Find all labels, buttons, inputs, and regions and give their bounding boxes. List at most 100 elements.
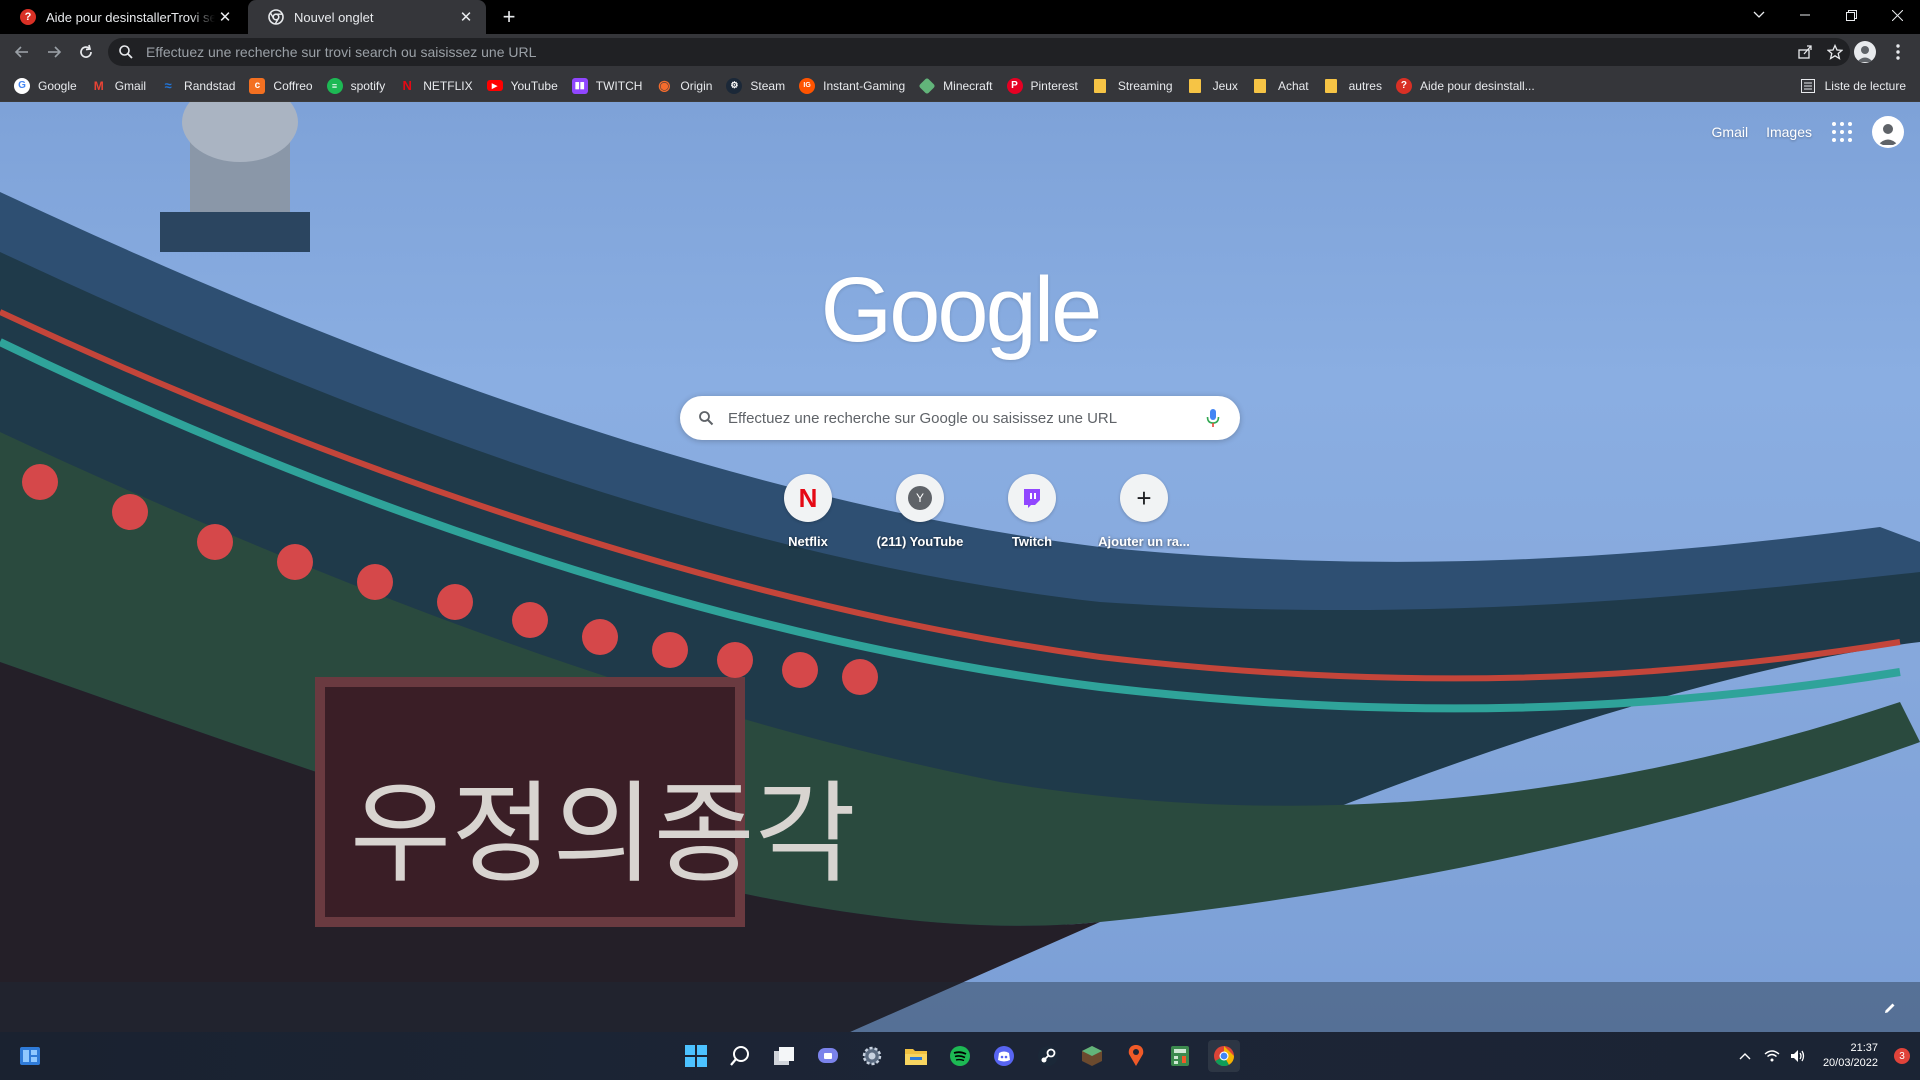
bookmark-label: spotify bbox=[350, 78, 386, 93]
bookmark-minecraft[interactable]: Minecraft bbox=[918, 73, 1002, 99]
steam-icon[interactable] bbox=[1032, 1040, 1064, 1072]
bookmark-label: TWITCH bbox=[595, 78, 643, 93]
google-icon: G bbox=[14, 77, 30, 94]
close-icon[interactable]: ✕ bbox=[215, 7, 235, 27]
bookmark-label: Aide pour desinstall... bbox=[1419, 78, 1535, 93]
bookmark-gmail[interactable]: M Gmail bbox=[91, 73, 156, 99]
microphone-icon[interactable] bbox=[1206, 408, 1220, 428]
bookmark-twitch[interactable]: ▮▮ TWITCH bbox=[571, 73, 653, 99]
bookmark-spotify[interactable]: ≡ spotify bbox=[326, 73, 396, 99]
bookmark-label: Pinterest bbox=[1030, 78, 1078, 93]
task-view-icon[interactable] bbox=[768, 1040, 800, 1072]
shortcuts-grid: N Netflix Y (211) YouTube Twitch + Ajout… bbox=[752, 474, 1200, 549]
tab-help-trovi[interactable]: ? Aide pour desinstallerTrovi search ✕ bbox=[0, 0, 245, 34]
bookmark-help-uninstall[interactable]: ? Aide pour desinstall... bbox=[1395, 73, 1545, 99]
chevron-up-icon[interactable] bbox=[1731, 1052, 1759, 1060]
wifi-icon[interactable] bbox=[1759, 1050, 1785, 1062]
restore-icon[interactable] bbox=[1828, 0, 1874, 30]
minimize-icon[interactable] bbox=[1782, 0, 1828, 30]
profile-avatar[interactable] bbox=[1854, 41, 1876, 63]
minecraft-icon[interactable] bbox=[1076, 1040, 1108, 1072]
clock-date: 20/03/2022 bbox=[1822, 1057, 1878, 1069]
search-icon bbox=[699, 411, 714, 426]
ntp-top-links: Gmail Images bbox=[1712, 116, 1904, 148]
bookmark-label: Steam bbox=[750, 78, 786, 93]
tab-search-icon[interactable] bbox=[1736, 0, 1782, 30]
reading-list-label: Liste de lecture bbox=[1824, 79, 1906, 93]
google-logo: Google bbox=[821, 259, 1103, 361]
account-avatar[interactable] bbox=[1872, 116, 1904, 148]
bookmark-folder-autres[interactable]: autres bbox=[1323, 73, 1392, 99]
volume-icon[interactable] bbox=[1785, 1049, 1811, 1063]
google-logo-text: Google bbox=[820, 258, 1103, 361]
forward-icon[interactable] bbox=[40, 38, 68, 66]
youtube-letter-icon: Y bbox=[896, 474, 944, 522]
google-apps-icon[interactable] bbox=[1830, 120, 1854, 144]
tab-new-tab[interactable]: Nouvel onglet ✕ bbox=[248, 0, 486, 34]
notification-badge[interactable]: 3 bbox=[1894, 1048, 1910, 1064]
chrome-icon[interactable] bbox=[1208, 1040, 1240, 1072]
bookmark-folder-achat[interactable]: Achat bbox=[1252, 73, 1319, 99]
chrome-icon bbox=[268, 9, 284, 25]
folder-icon bbox=[1188, 78, 1201, 93]
bookmark-label: Origin bbox=[680, 78, 713, 93]
shortcut-netflix[interactable]: N Netflix bbox=[752, 474, 864, 549]
bookmark-youtube[interactable]: ▶ YouTube bbox=[486, 73, 568, 99]
twitch-icon: ▮▮ bbox=[571, 77, 588, 94]
reload-icon[interactable] bbox=[72, 38, 100, 66]
bookmark-instant-gaming[interactable]: IG Instant-Gaming bbox=[799, 73, 915, 99]
bookmark-label: Randstad bbox=[184, 78, 236, 93]
add-shortcut-button[interactable]: + Ajouter un ra... bbox=[1088, 474, 1200, 549]
new-tab-button[interactable]: + bbox=[496, 4, 522, 29]
ntp-search-box[interactable]: Effectuez une recherche sur Google ou sa… bbox=[680, 396, 1240, 440]
netflix-icon: N bbox=[402, 78, 412, 93]
folder-icon bbox=[1324, 78, 1337, 93]
gmail-link[interactable]: Gmail bbox=[1712, 124, 1749, 140]
bookmark-steam[interactable]: ⚙ Steam bbox=[726, 73, 795, 99]
back-icon[interactable] bbox=[8, 38, 36, 66]
discord-icon[interactable] bbox=[988, 1040, 1020, 1072]
close-icon[interactable]: ✕ bbox=[456, 7, 476, 27]
shortcut-label: (211) YouTube bbox=[876, 534, 964, 549]
bookmark-folder-jeux[interactable]: Jeux bbox=[1187, 73, 1248, 99]
shortcut-youtube[interactable]: Y (211) YouTube bbox=[864, 474, 976, 549]
address-bar[interactable]: Effectuez une recherche sur trovi search… bbox=[108, 38, 1850, 66]
bookmark-netflix[interactable]: N NETFLIX bbox=[399, 73, 482, 99]
bookmark-pinterest[interactable]: P Pinterest bbox=[1006, 73, 1088, 99]
calculator-icon[interactable] bbox=[1164, 1040, 1196, 1072]
reading-list-button[interactable]: Liste de lecture bbox=[1800, 73, 1906, 99]
maps-icon[interactable] bbox=[1120, 1040, 1152, 1072]
pinterest-icon: P bbox=[1006, 77, 1023, 94]
settings-icon[interactable] bbox=[856, 1040, 888, 1072]
start-icon[interactable] bbox=[680, 1040, 712, 1072]
spotify-icon[interactable] bbox=[944, 1040, 976, 1072]
teams-chat-icon[interactable] bbox=[812, 1040, 844, 1072]
share-icon[interactable] bbox=[1790, 38, 1820, 66]
bookmark-star-icon[interactable] bbox=[1820, 38, 1850, 66]
bookmark-origin[interactable]: ◉ Origin bbox=[656, 73, 722, 99]
bookmark-randstad[interactable]: ≈ Randstad bbox=[160, 73, 245, 99]
bookmark-label: NETFLIX bbox=[423, 78, 473, 93]
bookmark-folder-streaming[interactable]: Streaming bbox=[1092, 73, 1183, 99]
help-icon: ? bbox=[20, 9, 36, 25]
bookmark-google[interactable]: G Google bbox=[14, 73, 87, 99]
search-icon[interactable] bbox=[724, 1040, 756, 1072]
images-link[interactable]: Images bbox=[1766, 124, 1812, 140]
toolbar: Effectuez une recherche sur trovi search… bbox=[0, 34, 1920, 70]
shortcut-twitch[interactable]: Twitch bbox=[976, 474, 1088, 549]
bookmark-coffreo[interactable]: c Coffreo bbox=[249, 73, 322, 99]
file-explorer-icon[interactable] bbox=[900, 1040, 932, 1072]
kebab-menu-icon[interactable] bbox=[1886, 38, 1910, 66]
system-tray: 21:37 20/03/2022 3 bbox=[1731, 1032, 1920, 1080]
netflix-icon: N bbox=[784, 474, 832, 522]
widgets-icon[interactable] bbox=[14, 1040, 46, 1072]
bookmark-label: Minecraft bbox=[943, 78, 993, 93]
clock[interactable]: 21:37 20/03/2022 bbox=[1823, 1041, 1878, 1071]
customize-pencil-icon[interactable] bbox=[1878, 996, 1902, 1020]
window-close-icon[interactable] bbox=[1874, 0, 1920, 30]
tab-strip: ? Aide pour desinstallerTrovi search ✕ N… bbox=[0, 0, 1920, 34]
randstad-icon: ≈ bbox=[164, 78, 172, 93]
clock-time: 21:37 bbox=[1850, 1042, 1878, 1054]
bookmark-label: Instant-Gaming bbox=[823, 78, 906, 93]
address-bar-placeholder: Effectuez une recherche sur trovi search… bbox=[146, 44, 537, 60]
